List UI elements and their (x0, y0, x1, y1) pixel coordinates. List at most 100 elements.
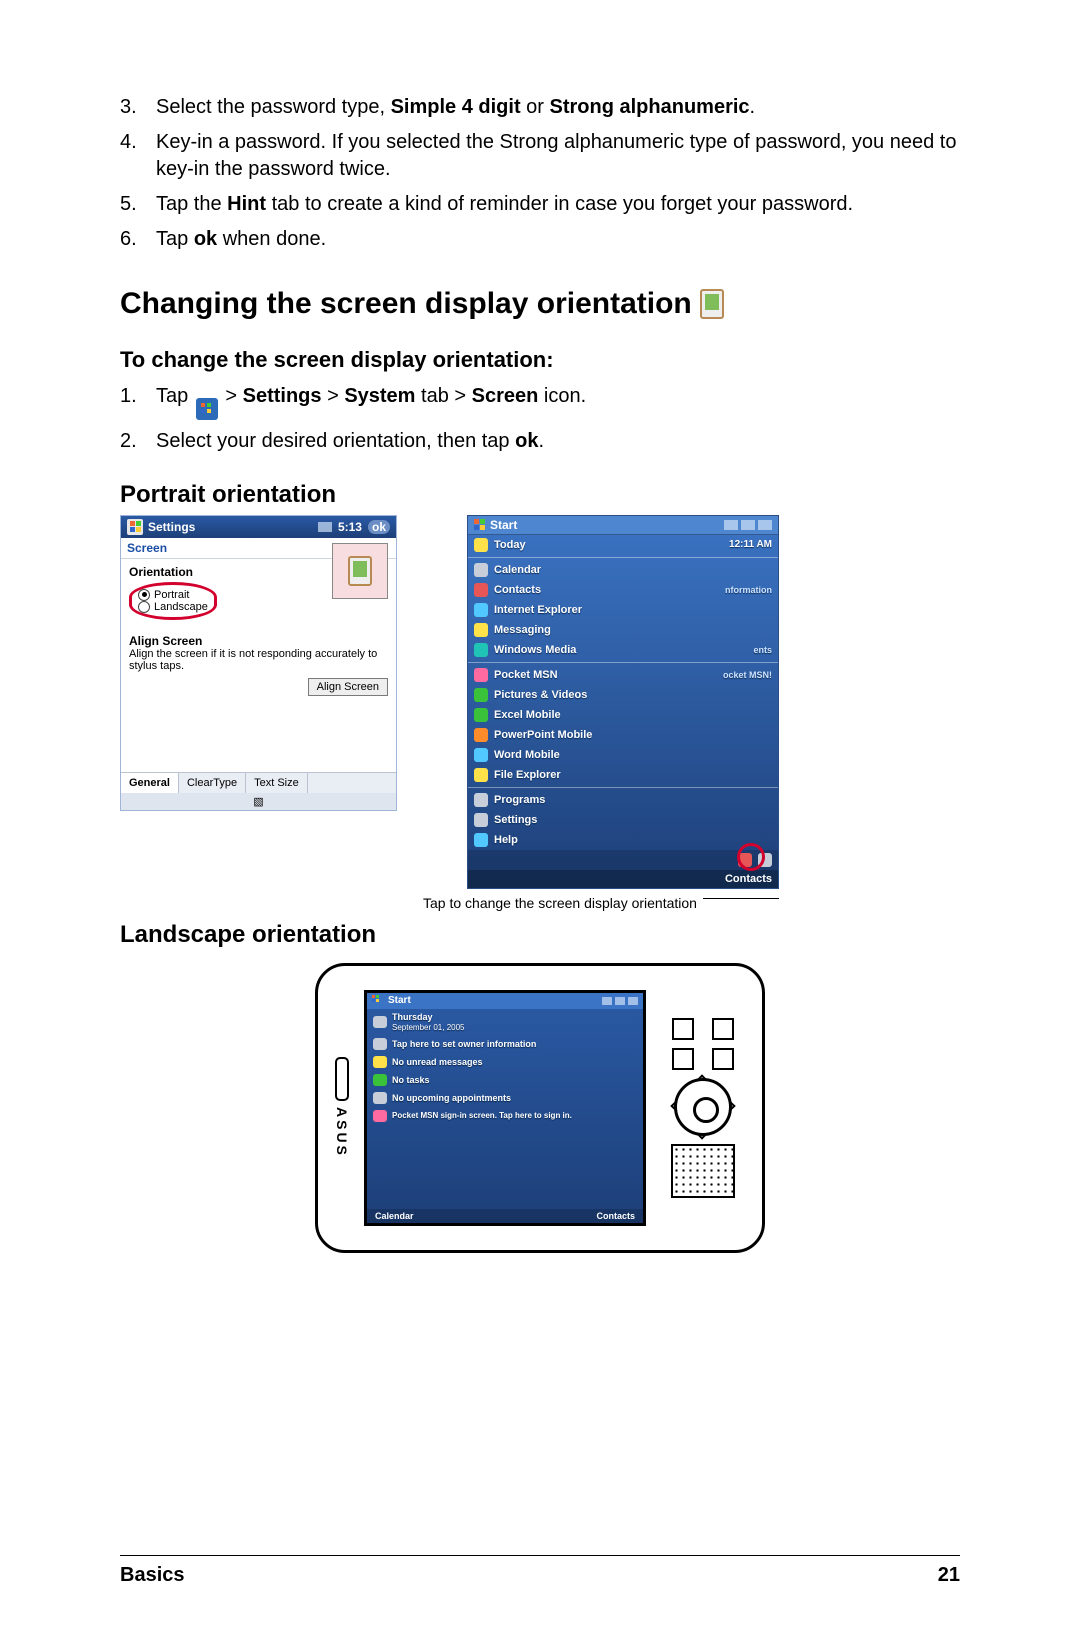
settings-icon (474, 813, 488, 827)
orient-step-1-b2: System (344, 385, 421, 407)
today-icon (474, 538, 488, 552)
orient-step-1-a: Tap (156, 385, 194, 407)
start-clock: 12:11 AM (729, 539, 772, 550)
side-label-0: nformation (725, 585, 772, 595)
landscape-heading: Landscape orientation (120, 921, 960, 949)
ds-title: Start (388, 995, 411, 1006)
menu-ie[interactable]: Internet Explorer (468, 600, 778, 620)
step-3: 3. Select the password type, Simple 4 di… (120, 94, 960, 121)
ds-appts-text: No upcoming appointments (392, 1093, 511, 1103)
menu-calendar[interactable]: Calendar (468, 560, 778, 580)
sip-bar[interactable]: ▧ (121, 793, 396, 810)
orient-step-2-end: . (538, 430, 544, 452)
start-title-text: Start (490, 518, 517, 532)
hw-button-1 (672, 1018, 694, 1040)
wm-title-text: Settings (148, 520, 195, 534)
orient-step-1-tail: icon. (544, 385, 586, 407)
pictures-icon (474, 688, 488, 702)
orientation-highlight: Portrait Landscape (129, 582, 217, 620)
mail-icon (373, 1056, 387, 1068)
menu-contacts[interactable]: Contactsnformation (468, 580, 778, 600)
step-6-text-a: Tap (156, 228, 194, 250)
align-screen-label: Align Screen (129, 634, 388, 648)
ds-date-text: September 01, 2005 (392, 1023, 465, 1032)
step-6-text-b: when done. (217, 228, 326, 250)
ie-icon (474, 603, 488, 617)
ds-owner[interactable]: Tap here to set owner information (367, 1035, 643, 1053)
menu-file-explorer-label: File Explorer (494, 769, 561, 781)
step-5-number: 5. (120, 191, 156, 218)
battery-icon (758, 520, 772, 530)
step-3-end: . (750, 96, 756, 118)
step-4-body: Key-in a password. If you selected the S… (156, 129, 960, 183)
start-titlebar: Start (468, 516, 778, 535)
ds-messages[interactable]: No unread messages (367, 1053, 643, 1071)
device-illustration: ASUS Start ThursdaySeptember 01, 2005 Ta… (315, 963, 765, 1253)
step-3-mid: or (521, 96, 550, 118)
step-3-text-a: Select the password type, (156, 96, 391, 118)
orient-step-2-number: 2. (120, 428, 156, 455)
radio-landscape-label: Landscape (154, 601, 208, 613)
step-3-number: 3. (120, 94, 156, 121)
side-label-2: ocket MSN! (723, 670, 772, 680)
step-5-bold: Hint (227, 193, 266, 215)
menu-pictures-label: Pictures & Videos (494, 689, 587, 701)
ds-messages-text: No unread messages (392, 1057, 483, 1067)
status-icon (724, 520, 738, 530)
menu-file-explorer[interactable]: File Explorer (468, 765, 778, 785)
phone-rotate-icon (700, 289, 724, 319)
orient-step-1-number: 1. (120, 383, 156, 420)
menu-pictures[interactable]: Pictures & Videos (468, 685, 778, 705)
orientation-preview-icon (332, 543, 388, 599)
ds-appts[interactable]: No upcoming appointments (367, 1089, 643, 1107)
wm-ok-button[interactable]: ok (368, 520, 390, 534)
msn-icon (474, 668, 488, 682)
orient-step-1: 1. Tap > Settings > System tab > Screen … (120, 383, 960, 420)
menu-messaging[interactable]: Messaging (468, 620, 778, 640)
calendar-icon (373, 1092, 387, 1104)
wmp-icon (474, 643, 488, 657)
ds-tasks[interactable]: No tasks (367, 1071, 643, 1089)
menu-ie-label: Internet Explorer (494, 604, 582, 616)
portrait-screenshot: Settings 5:13 ok Screen Orientation Port… (120, 515, 397, 811)
footer-section: Basics (120, 1564, 185, 1587)
menu-settings-label: Settings (494, 814, 537, 826)
align-screen-button[interactable]: Align Screen (308, 678, 388, 696)
menu-programs[interactable]: Programs (468, 790, 778, 810)
menu-msn[interactable]: Pocket MSNocket MSN! (468, 665, 778, 685)
phone-icon (348, 556, 372, 586)
menu-word[interactable]: Word Mobile (468, 745, 778, 765)
orient-step-2-body: Select your desired orientation, then ta… (156, 428, 960, 455)
tab-textsize[interactable]: Text Size (246, 773, 308, 793)
ds-msn[interactable]: Pocket MSN sign-in screen. Tap here to s… (367, 1107, 643, 1125)
clock-icon (373, 1016, 387, 1028)
side-button-icon (335, 1057, 349, 1101)
wm-clock: 5:13 (338, 520, 362, 534)
menu-ppt[interactable]: PowerPoint Mobile (468, 725, 778, 745)
step-6: 6. Tap ok when done. (120, 226, 960, 253)
step-4-number: 4. (120, 129, 156, 183)
subhead-to-change: To change the screen display orientation… (120, 347, 960, 373)
menu-wmp[interactable]: Windows Mediaents (468, 640, 778, 660)
radio-portrait[interactable]: Portrait (138, 589, 208, 601)
start-menu-icon (196, 398, 218, 420)
menu-help[interactable]: Help (468, 830, 778, 850)
tab-cleartype[interactable]: ClearType (179, 773, 246, 793)
softkey-contacts[interactable]: Contacts (725, 873, 772, 885)
ds-softkey-right[interactable]: Contacts (596, 1211, 635, 1221)
menu-excel[interactable]: Excel Mobile (468, 705, 778, 725)
ds-softkey-left[interactable]: Calendar (375, 1211, 414, 1221)
hw-button-3 (672, 1048, 694, 1070)
tab-general[interactable]: General (121, 773, 179, 793)
step-5-text-b: tab to create a kind of reminder in case… (266, 193, 853, 215)
radio-landscape[interactable]: Landscape (138, 601, 208, 613)
orient-step-2-b: ok (515, 430, 538, 452)
step-5: 5. Tap the Hint tab to create a kind of … (120, 191, 960, 218)
menu-wmp-label: Windows Media (494, 644, 576, 656)
step-3-bold-2: Strong alphanumeric (550, 96, 750, 118)
start-softkey-bar (468, 850, 778, 870)
menu-today[interactable]: Today12:11 AM (468, 535, 778, 555)
hw-button-2 (712, 1018, 734, 1040)
volume-icon (615, 997, 625, 1005)
menu-settings[interactable]: Settings (468, 810, 778, 830)
